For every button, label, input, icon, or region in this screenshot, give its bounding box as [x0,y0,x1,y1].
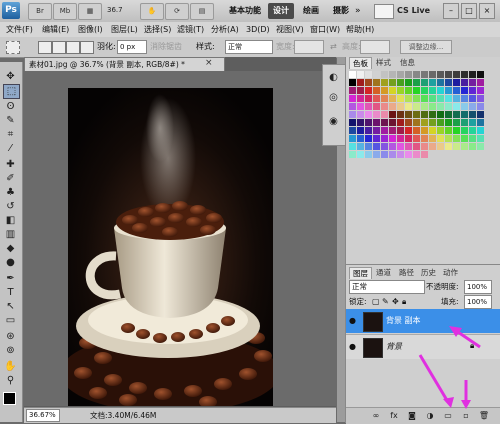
annotation-arrows [418,326,481,409]
arrow-head [461,400,471,409]
arrow-head [449,326,462,337]
arrow-to-new-layer [418,354,450,403]
